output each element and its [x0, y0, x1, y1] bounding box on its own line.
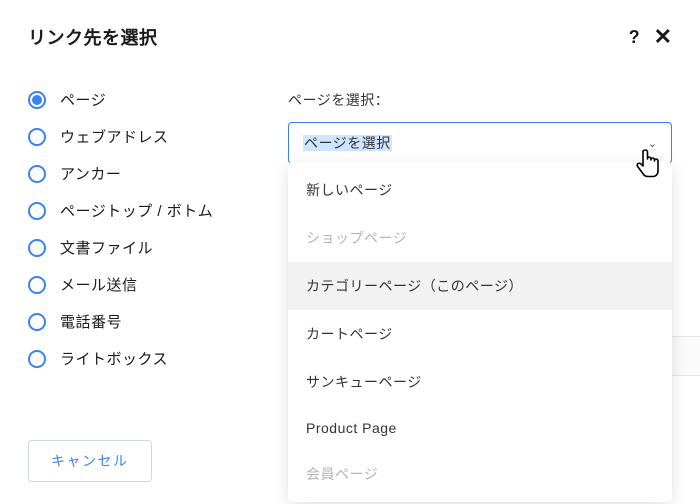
radio-indicator [28, 165, 46, 183]
radio-list: ページ ウェブアドレス アンカー ページトップ / ボトム 文書ファイル メール… [28, 90, 228, 370]
dropdown-item-member-page: 会員ページ [288, 450, 672, 498]
select-field-label: ページを選択： [288, 90, 672, 110]
radio-label: ライトボックス [60, 349, 168, 370]
chevron-down-icon: ⌄ [648, 137, 657, 150]
close-icon[interactable]: ✕ [654, 26, 672, 48]
dialog-title: リンク先を選択 [28, 24, 158, 50]
radio-option-web-address[interactable]: ウェブアドレス [28, 127, 228, 148]
page-select-dropdown[interactable]: ページを選択 ⌄ [288, 122, 672, 164]
radio-indicator [28, 350, 46, 368]
radio-label: アンカー [60, 164, 121, 185]
radio-option-anchor[interactable]: アンカー [28, 164, 228, 185]
dialog-header: リンク先を選択 ? ✕ [0, 0, 700, 62]
page-select-panel: ページを選択： ページを選択 ⌄ 新しいページ ショップページ カテゴリーページ… [288, 90, 672, 370]
dropdown-item-cart-page[interactable]: カートページ [288, 310, 672, 358]
dialog-content: ページ ウェブアドレス アンカー ページトップ / ボトム 文書ファイル メール… [0, 62, 700, 370]
select-placeholder-wrap: ページを選択 [303, 133, 392, 153]
radio-option-email[interactable]: メール送信 [28, 275, 228, 296]
radio-option-phone[interactable]: 電話番号 [28, 312, 228, 333]
radio-label: 電話番号 [60, 312, 122, 333]
page-dropdown-menu: 新しいページ ショップページ カテゴリーページ（このページ） カートページ サン… [288, 162, 672, 502]
radio-option-page[interactable]: ページ [28, 90, 228, 111]
dropdown-item-product-page[interactable]: Product Page [288, 406, 672, 450]
dropdown-item-thankyou-page[interactable]: サンキューページ [288, 358, 672, 406]
radio-option-document-file[interactable]: 文書ファイル [28, 238, 228, 259]
link-type-panel: ページ ウェブアドレス アンカー ページトップ / ボトム 文書ファイル メール… [28, 90, 228, 370]
radio-label: メール送信 [60, 275, 138, 296]
dropdown-item-new-page[interactable]: 新しいページ [288, 166, 672, 214]
dropdown-item-category-page[interactable]: カテゴリーページ（このページ） [288, 262, 672, 310]
radio-label: 文書ファイル [60, 238, 153, 259]
radio-option-page-top-bottom[interactable]: ページトップ / ボトム [28, 201, 228, 222]
header-actions: ? ✕ [629, 26, 672, 48]
select-placeholder: ページを選択 [303, 135, 392, 151]
radio-option-lightbox[interactable]: ライトボックス [28, 349, 228, 370]
radio-indicator [28, 91, 46, 109]
radio-indicator [28, 313, 46, 331]
radio-label: ページ [60, 90, 106, 111]
radio-indicator [28, 128, 46, 146]
radio-indicator [28, 202, 46, 220]
radio-label: ウェブアドレス [60, 127, 169, 148]
cancel-button[interactable]: キャンセル [28, 440, 152, 482]
radio-label: ページトップ / ボトム [60, 201, 213, 222]
dialog-footer: キャンセル [28, 440, 152, 482]
help-icon[interactable]: ? [629, 28, 640, 46]
radio-indicator [28, 239, 46, 257]
dropdown-item-shop-page: ショップページ [288, 214, 672, 262]
radio-indicator [28, 276, 46, 294]
